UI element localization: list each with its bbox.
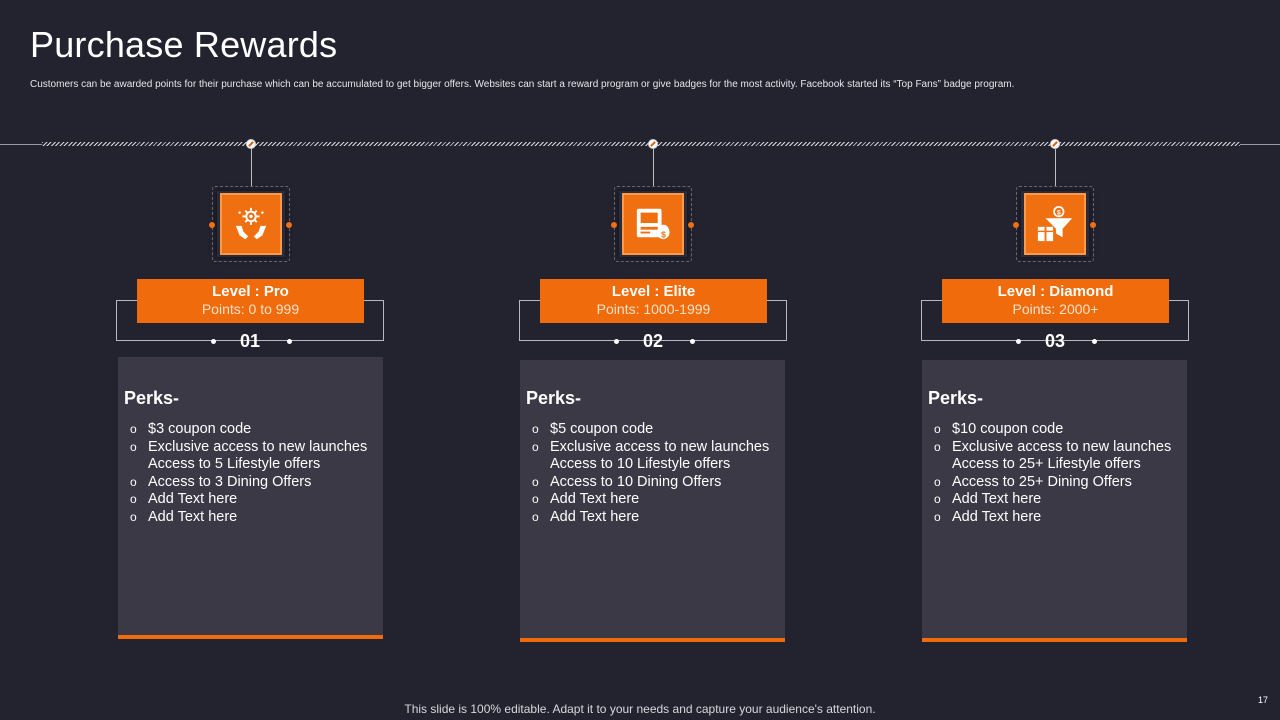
timeline-node-3 [1050, 139, 1060, 149]
list-item: o Exclusive access to new launches Access… [934, 438, 1172, 473]
list-item: o Add Text here [130, 508, 238, 525]
icon-tile-1 [220, 193, 282, 255]
slide-title: Purchase Rewards [30, 24, 338, 65]
perks-title: Perks- [928, 388, 984, 408]
list-item: o Access to 10 Dining Offers [532, 473, 722, 490]
list-item: o Access to 3 Dining Offers [130, 473, 312, 490]
level-badge-3: Level : Diamond Points: 2000+ [942, 279, 1169, 323]
list-item: o Add Text here [934, 491, 1042, 507]
stem-2 [653, 149, 654, 187]
timeline [0, 140, 1280, 148]
perks-card-3: Perks- o $10 coupon code o Exclusive acces… [922, 360, 1187, 642]
connector-dot [1013, 222, 1019, 228]
perks-list: o $3 coupon code o Exclusive access to new… [130, 421, 380, 526]
icon-tile-2: $ [622, 193, 684, 255]
perks-list: o $5 coupon code o Exclusive access to new… [532, 421, 782, 526]
perks-list: o $10 coupon code o Exclusive access to ne… [934, 421, 1184, 526]
svg-text:$: $ [1057, 210, 1061, 217]
icon-frame-2: $ [614, 186, 692, 262]
hands-gear-icon [235, 207, 267, 240]
level-number-row-1: 01 [116, 330, 384, 354]
list-item: o Exclusive access to new launches Access… [130, 438, 368, 473]
perks-card-1: Perks- o $3 coupon code o Exclusive access… [118, 357, 383, 639]
connector-dot [611, 222, 617, 228]
level-points: Points: 1000-1999 [596, 301, 711, 317]
list-item: o Access to 25+ Dining Offers [934, 473, 1132, 490]
perks-title: Perks- [526, 388, 582, 408]
timeline-hatch [42, 142, 1240, 146]
icon-frame-3: $ [1016, 186, 1094, 262]
perks-title: Perks- [124, 388, 180, 408]
connector-dot [1090, 222, 1096, 228]
slide-footer: This slide is 100% editable. Adapt it to… [404, 702, 876, 716]
level-points: Points: 2000+ [1012, 301, 1099, 317]
page-number: 17 [1257, 695, 1268, 705]
list-item: o Add Text here [532, 508, 640, 525]
connector-dot [209, 222, 215, 228]
funnel-gift-icon: $ [1037, 206, 1073, 242]
list-item: o Add Text here [934, 508, 1042, 525]
level-number-row-2: 02 [519, 330, 787, 354]
connector-dot [286, 222, 292, 228]
level-badge-1: Level : Pro Points: 0 to 999 [137, 279, 364, 323]
timeline-node-1 [246, 139, 256, 149]
list-item: o $3 coupon code [130, 421, 252, 437]
stem-1 [251, 149, 252, 187]
level-number-row-3: 03 [921, 330, 1189, 354]
level-name: Level : Diamond [997, 283, 1114, 300]
level-name: Level : Pro [212, 283, 289, 300]
atm-money-icon: $ [636, 208, 670, 239]
icon-frame-1 [212, 186, 290, 262]
list-item: o Add Text here [532, 491, 640, 507]
svg-text:$: $ [661, 229, 666, 239]
level-name: Level : Elite [611, 283, 696, 300]
list-item: o $5 coupon code [532, 421, 654, 437]
list-item: o Exclusive access to new launches Access… [532, 438, 770, 473]
level-number: 02 [642, 331, 664, 351]
level-badge-2: Level : Elite Points: 1000-1999 [540, 279, 767, 323]
timeline-node-2 [648, 139, 658, 149]
stem-3 [1055, 149, 1056, 187]
list-item: o Add Text here [130, 491, 238, 507]
connector-dot [688, 222, 694, 228]
slide-subtitle: Customers can be awarded points for thei… [30, 79, 1015, 90]
list-item: o $10 coupon code [934, 421, 1064, 437]
perks-card-2: Perks- o $5 coupon code o Exclusive access… [520, 360, 785, 642]
level-number: 01 [239, 331, 261, 351]
icon-tile-3: $ [1024, 193, 1086, 255]
level-points: Points: 0 to 999 [201, 301, 300, 317]
level-number: 03 [1044, 331, 1066, 351]
